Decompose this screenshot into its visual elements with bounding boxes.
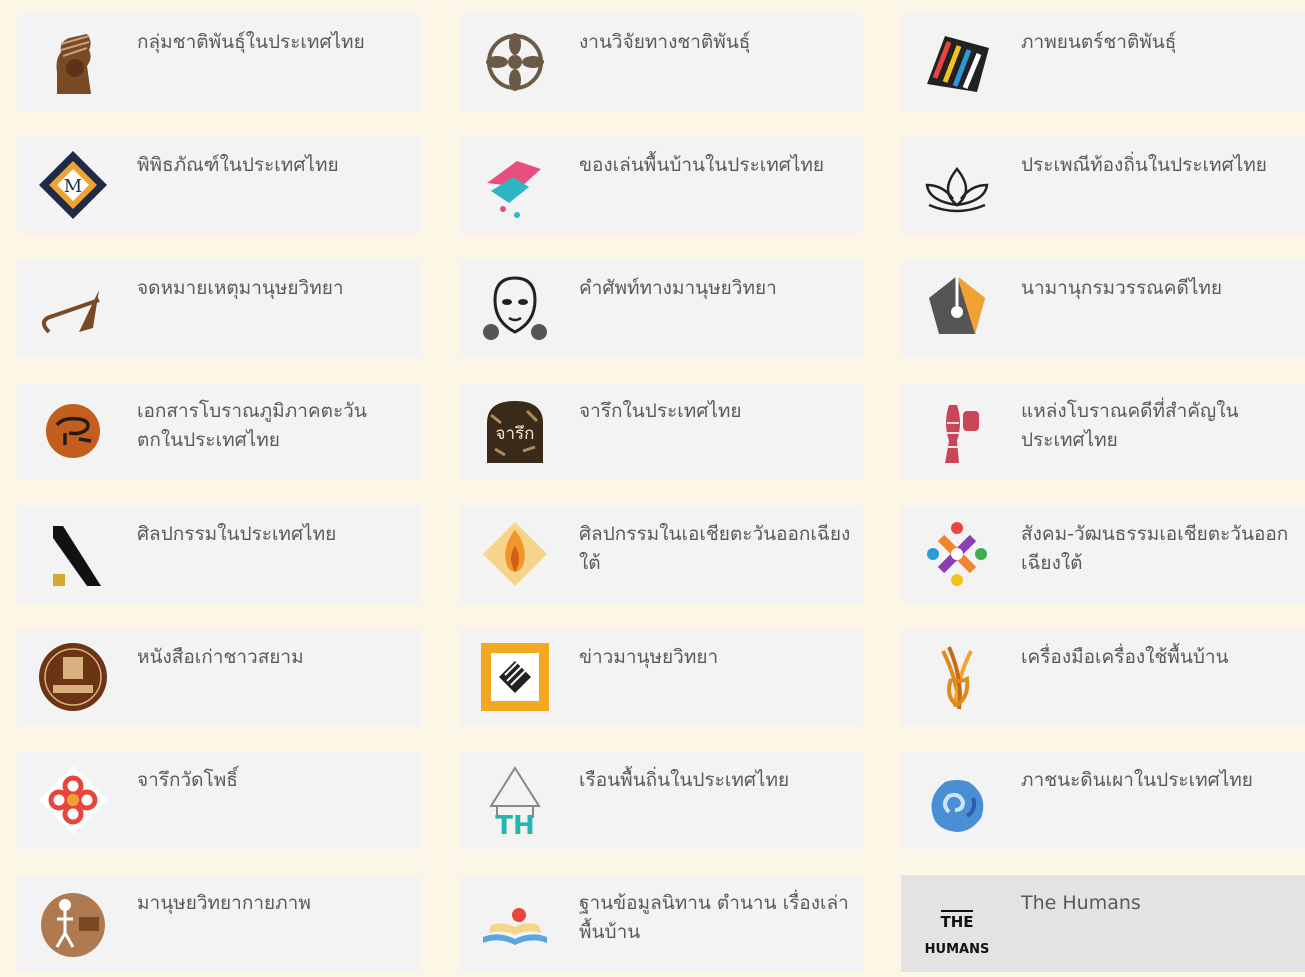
- card-label: พิพิธภัณฑ์ในประเทศไทย: [137, 154, 339, 176]
- open-book-icon: [477, 885, 553, 961]
- card-label: ภาพยนตร์ชาติพันธุ์: [1021, 31, 1177, 53]
- skeleton-icon: [35, 885, 111, 961]
- pottery-swirl-icon: [919, 762, 995, 838]
- card-label: แหล่งโบราณคดีที่สำคัญในประเทศไทย: [1021, 400, 1239, 451]
- svg-text:THE: THE: [940, 913, 973, 931]
- knot-flower-icon: [35, 762, 111, 838]
- film-strip-icon: [919, 24, 995, 100]
- card-label: จารึกวัดโพธิ์: [137, 769, 238, 791]
- card-label: ศิลปกรรมในเอเชียตะวันออกเฉียงใต้: [579, 523, 851, 574]
- card-ethnographic-film[interactable]: ภาพยนตร์ชาติพันธุ์: [901, 14, 1305, 111]
- card-thai-literature[interactable]: นามานุกรมวรรณคดีไทย: [901, 260, 1305, 357]
- card-ethnic-groups[interactable]: กลุ่มชาติพันธุ์ในประเทศไทย: [17, 14, 421, 111]
- card-the-humans[interactable]: THE HUMANS The Humans: [901, 875, 1305, 972]
- card-label: มานุษยวิทยากายภาพ: [137, 892, 311, 914]
- card-label: ประเพณีท้องถิ่นในประเทศไทย: [1021, 154, 1267, 176]
- flame-lotus-icon: [477, 516, 553, 592]
- card-label: หนังสือเก่าชาวสยาม: [137, 646, 304, 668]
- ancient-script-icon: [35, 393, 111, 469]
- card-local-traditions[interactable]: ประเพณีท้องถิ่นในประเทศไทย: [901, 137, 1305, 234]
- card-anthropology-news[interactable]: ข่าวมานุษยวิทยา: [459, 629, 863, 726]
- card-label: ข่าวมานุษยวิทยา: [579, 646, 719, 668]
- wheel-icon: [477, 24, 553, 100]
- card-vernacular-houses[interactable]: TH เรือนพื้นถิ่นในประเทศไทย: [459, 752, 863, 849]
- card-label: ภาชนะดินเผาในประเทศไทย: [1021, 769, 1253, 791]
- ethnic-woman-icon: [35, 24, 111, 100]
- news-paper-icon: [477, 639, 553, 715]
- old-book-seal-icon: [35, 639, 111, 715]
- card-label: งานวิจัยทางชาติพันธุ์: [579, 31, 751, 53]
- card-ethnic-research[interactable]: งานวิจัยทางชาติพันธุ์: [459, 14, 863, 111]
- svg-text:TH: TH: [495, 811, 535, 838]
- pen-nib-icon: [919, 270, 995, 346]
- card-inscriptions[interactable]: จารึก จารึกในประเทศไทย: [459, 383, 863, 480]
- card-wat-pho-inscriptions[interactable]: จารึกวัดโพธิ์: [17, 752, 421, 849]
- museum-diamond-icon: M: [35, 147, 111, 223]
- card-label: เครื่องมือเครื่องใช้พื้นบ้าน: [1021, 646, 1229, 668]
- feather-pen-icon: [35, 270, 111, 346]
- card-label: กลุ่มชาติพันธุ์ในประเทศไทย: [137, 31, 365, 53]
- card-label: จารึกในประเทศไทย: [579, 400, 742, 422]
- svg-text:HUMANS: HUMANS: [925, 942, 990, 957]
- card-label: The Humans: [1021, 892, 1141, 914]
- card-old-siamese-books[interactable]: หนังสือเก่าชาวสยาม: [17, 629, 421, 726]
- card-label: เรือนพื้นถิ่นในประเทศไทย: [579, 769, 790, 791]
- archaeology-icon: [919, 393, 995, 469]
- the-humans-logo-icon: THE HUMANS: [919, 885, 995, 961]
- card-physical-anthropology[interactable]: มานุษยวิทยากายภาพ: [17, 875, 421, 972]
- card-label: นามานุกรมวรรณคดีไทย: [1021, 277, 1223, 299]
- card-sea-art[interactable]: ศิลปกรรมในเอเชียตะวันออกเฉียงใต้: [459, 506, 863, 603]
- card-label: เอกสารโบราณภูมิภาคตะวันตกในประเทศไทย: [137, 400, 367, 451]
- card-sea-society-culture[interactable]: สังคม-วัฒนธรรมเอเชียตะวันออกเฉียงใต้: [901, 506, 1305, 603]
- card-folk-toys[interactable]: ของเล่นพื้นบ้านในประเทศไทย: [459, 137, 863, 234]
- card-folk-tools[interactable]: เครื่องมือเครื่องใช้พื้นบ้าน: [901, 629, 1305, 726]
- card-western-manuscripts[interactable]: เอกสารโบราณภูมิภาคตะวันตกในประเทศไทย: [17, 383, 421, 480]
- thai-house-icon: TH: [477, 762, 553, 838]
- mask-icon: [477, 270, 553, 346]
- card-label: ฐานข้อมูลนิทาน ตำนาน เรื่องเล่าพื้นบ้าน: [579, 892, 849, 943]
- card-thai-pottery[interactable]: ภาชนะดินเผาในประเทศไทย: [901, 752, 1305, 849]
- card-label: ศิลปกรรมในประเทศไทย: [137, 523, 337, 545]
- svg-text:M: M: [64, 176, 82, 197]
- card-museums[interactable]: M พิพิธภัณฑ์ในประเทศไทย: [17, 137, 421, 234]
- art-slash-icon: [35, 516, 111, 592]
- card-label: จดหมายเหตุมานุษยวิทยา: [137, 277, 344, 299]
- lotus-icon: [919, 147, 995, 223]
- card-label: สังคม-วัฒนธรรมเอเชียตะวันออกเฉียงใต้: [1021, 523, 1289, 574]
- colorful-people-icon: [919, 516, 995, 592]
- svg-text:จารึก: จารึก: [496, 424, 535, 444]
- card-anthropology-archives[interactable]: จดหมายเหตุมานุษยวิทยา: [17, 260, 421, 357]
- card-archaeological-sites[interactable]: แหล่งโบราณคดีที่สำคัญในประเทศไทย: [901, 383, 1305, 480]
- card-label: ของเล่นพื้นบ้านในประเทศไทย: [579, 154, 825, 176]
- woven-basket-icon: [919, 639, 995, 715]
- database-card-grid: กลุ่มชาติพันธุ์ในประเทศไทย งานวิจัยทางชา…: [0, 0, 1305, 977]
- card-folk-tales-database[interactable]: ฐานข้อมูลนิทาน ตำนาน เรื่องเล่าพื้นบ้าน: [459, 875, 863, 972]
- inscription-stone-icon: จารึก: [477, 393, 553, 469]
- card-label: คำศัพท์ทางมานุษยวิทยา: [579, 277, 777, 299]
- fish-mobile-icon: [477, 147, 553, 223]
- card-anthropology-terms[interactable]: คำศัพท์ทางมานุษยวิทยา: [459, 260, 863, 357]
- card-thai-art[interactable]: ศิลปกรรมในประเทศไทย: [17, 506, 421, 603]
